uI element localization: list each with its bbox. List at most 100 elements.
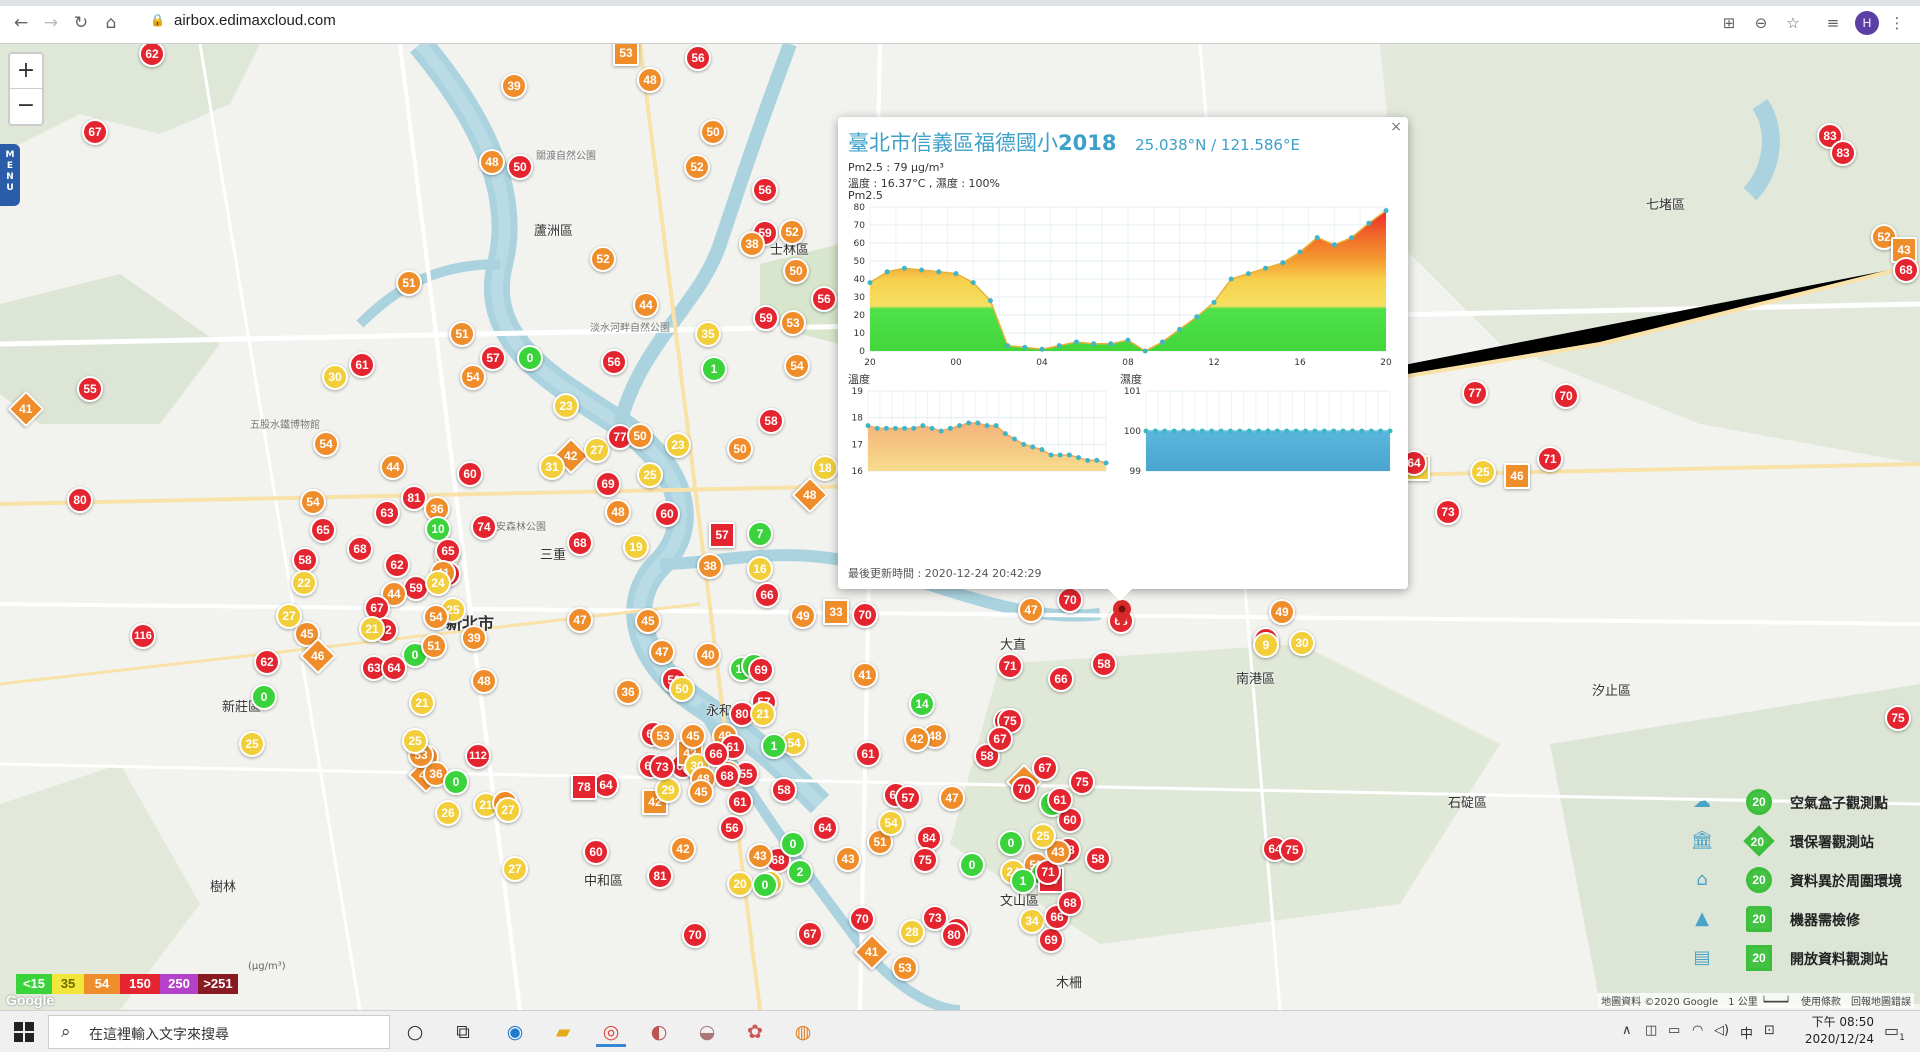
lock-icon[interactable]: 🔒 <box>150 13 165 29</box>
station-marker[interactable]: 39 <box>461 625 487 651</box>
station-marker[interactable]: 35 <box>695 321 721 347</box>
station-marker[interactable]: 51 <box>449 321 475 347</box>
app-icon[interactable]: ◒ <box>692 1017 722 1047</box>
station-marker[interactable]: 48 <box>479 149 505 175</box>
station-marker[interactable]: 0 <box>443 769 469 795</box>
station-marker[interactable]: 60 <box>654 501 680 527</box>
station-marker[interactable]: 38 <box>739 231 765 257</box>
station-marker[interactable]: 83 <box>1830 140 1856 166</box>
station-marker[interactable]: 57 <box>709 522 735 548</box>
station-marker[interactable]: 27 <box>584 437 610 463</box>
station-marker[interactable]: 53 <box>892 955 918 981</box>
station-marker[interactable]: 56 <box>601 349 627 375</box>
map-attribution[interactable]: 地圖資料 ©2020 Google 1 公里 ┕━━━┙ 使用條款 回報地圖錯誤 <box>1598 993 1914 1008</box>
station-marker[interactable]: 112 <box>465 743 491 769</box>
task-view-icon[interactable]: ⧉ <box>448 1017 478 1047</box>
chrome-icon[interactable]: ◎ <box>596 1017 626 1047</box>
station-marker[interactable]: 75 <box>1069 769 1095 795</box>
station-marker[interactable]: 56 <box>685 45 711 71</box>
station-marker[interactable]: 46 <box>1504 463 1530 489</box>
close-icon[interactable]: × <box>1390 119 1402 135</box>
station-marker[interactable]: 55 <box>77 376 103 402</box>
station-marker[interactable]: 74 <box>471 514 497 540</box>
station-marker[interactable]: 80 <box>67 487 93 513</box>
app-icon[interactable]: ✿ <box>740 1017 770 1047</box>
station-marker[interactable]: 21 <box>750 701 776 727</box>
station-marker[interactable]: 69 <box>1038 927 1064 953</box>
ime-indicator[interactable]: 中 <box>1740 1023 1753 1042</box>
profile-avatar[interactable]: H <box>1855 11 1879 35</box>
back-icon[interactable]: ← <box>10 12 32 34</box>
station-marker[interactable]: 50 <box>700 119 726 145</box>
station-marker[interactable]: 20 <box>727 871 753 897</box>
station-marker[interactable]: 54 <box>423 604 449 630</box>
station-marker[interactable]: 81 <box>647 863 673 889</box>
station-marker[interactable]: 70 <box>1011 776 1037 802</box>
station-marker[interactable]: 47 <box>939 785 965 811</box>
station-marker[interactable]: 61 <box>855 741 881 767</box>
zoom-icon[interactable]: ⊖ <box>1750 12 1772 34</box>
station-marker[interactable]: 52 <box>590 246 616 272</box>
station-marker[interactable]: 23 <box>665 432 691 458</box>
station-marker[interactable]: 48 <box>605 499 631 525</box>
station-marker[interactable]: 2 <box>787 859 813 885</box>
station-marker[interactable]: 77 <box>1462 380 1488 406</box>
station-marker[interactable]: 70 <box>1057 587 1083 613</box>
tray-app-icon[interactable]: ◫ <box>1645 1023 1657 1038</box>
station-marker[interactable]: 51 <box>396 270 422 296</box>
station-marker[interactable]: 68 <box>714 763 740 789</box>
station-marker[interactable]: 64 <box>381 655 407 681</box>
station-marker[interactable]: 25 <box>402 728 428 754</box>
edge-icon[interactable]: ◉ <box>500 1017 530 1047</box>
file-explorer-icon[interactable]: ▰ <box>548 1017 578 1047</box>
address-bar[interactable]: airbox.edimaxcloud.com <box>174 12 336 29</box>
station-marker[interactable]: 50 <box>783 258 809 284</box>
station-marker[interactable]: 48 <box>471 668 497 694</box>
tray-chevron-icon[interactable]: ∧ <box>1622 1023 1632 1038</box>
station-marker[interactable]: 36 <box>615 679 641 705</box>
station-marker[interactable]: 25 <box>1470 459 1496 485</box>
station-marker[interactable]: 70 <box>682 922 708 948</box>
blender-icon[interactable]: ◍ <box>788 1017 818 1047</box>
station-marker[interactable]: 50 <box>727 436 753 462</box>
station-marker[interactable]: 50 <box>507 154 533 180</box>
station-marker[interactable]: 57 <box>480 345 506 371</box>
station-marker[interactable]: 23 <box>553 393 579 419</box>
ime-mode-icon[interactable]: ⊡ <box>1764 1023 1775 1038</box>
station-marker[interactable]: 68 <box>347 536 373 562</box>
station-marker[interactable]: 54 <box>300 489 326 515</box>
station-marker[interactable]: 63 <box>374 500 400 526</box>
station-marker[interactable]: 44 <box>633 292 659 318</box>
station-marker[interactable]: 67 <box>1032 755 1058 781</box>
station-marker[interactable]: 9 <box>1253 632 1279 658</box>
station-marker[interactable]: 0 <box>517 345 543 371</box>
station-marker[interactable]: 62 <box>254 649 280 675</box>
station-marker[interactable]: 60 <box>457 461 483 487</box>
station-marker[interactable]: 73 <box>1435 499 1461 525</box>
station-marker[interactable]: 27 <box>276 603 302 629</box>
map-canvas[interactable]: 新北市 新莊區 大直 士林區 南港區 石碇區 中和區 文山區 蘆洲區 五股水鐵博… <box>0 44 1920 1010</box>
station-marker[interactable]: 47 <box>567 607 593 633</box>
zoom-in-button[interactable]: + <box>10 54 42 89</box>
station-marker[interactable]: 67 <box>82 119 108 145</box>
station-marker[interactable]: 58 <box>1091 651 1117 677</box>
station-marker[interactable]: 19 <box>623 534 649 560</box>
station-marker[interactable]: 64 <box>812 815 838 841</box>
station-marker[interactable]: 43 <box>835 846 861 872</box>
station-marker[interactable]: 53 <box>650 723 676 749</box>
station-marker[interactable]: 28 <box>899 919 925 945</box>
station-marker[interactable]: 49 <box>1269 599 1295 625</box>
station-marker[interactable]: 61 <box>1047 787 1073 813</box>
reading-list-icon[interactable]: ≡ <box>1822 12 1844 34</box>
station-marker[interactable]: 54 <box>784 353 810 379</box>
station-marker[interactable]: 68 <box>1893 257 1919 283</box>
station-marker[interactable]: 61 <box>349 352 375 378</box>
station-marker[interactable]: 54 <box>878 810 904 836</box>
translate-icon[interactable]: ⊞ <box>1718 12 1740 34</box>
windows-start-icon[interactable] <box>14 1022 34 1042</box>
wifi-icon[interactable]: ◠ <box>1692 1023 1703 1038</box>
station-marker[interactable]: 45 <box>635 608 661 634</box>
station-marker[interactable]: 67 <box>987 726 1013 752</box>
station-marker[interactable]: 7 <box>747 521 773 547</box>
station-marker[interactable]: 31 <box>539 454 565 480</box>
